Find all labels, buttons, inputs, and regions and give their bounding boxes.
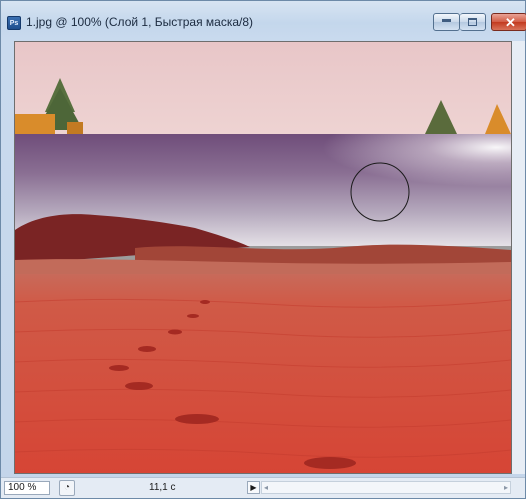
status-info-arrow-icon[interactable]: ▶ bbox=[247, 481, 260, 494]
maximize-button[interactable] bbox=[460, 13, 486, 31]
minimize-button[interactable] bbox=[433, 13, 460, 31]
photo-canvas[interactable] bbox=[15, 42, 511, 473]
maximize-icon bbox=[468, 18, 477, 26]
image-canvas[interactable] bbox=[14, 41, 512, 474]
horizontal-scrollbar[interactable]: ◂ ▸ bbox=[261, 481, 511, 494]
scroll-right-icon[interactable]: ▸ bbox=[504, 482, 508, 493]
close-icon: ✕ bbox=[505, 15, 516, 30]
photoshop-icon: Ps bbox=[7, 16, 21, 30]
zoom-input[interactable]: 100 % bbox=[4, 481, 50, 495]
title-bar[interactable]: Ps 1.jpg @ 100% (Слой 1, Быстрая маска/8… bbox=[1, 1, 526, 41]
document-window: Ps 1.jpg @ 100% (Слой 1, Быстрая маска/8… bbox=[0, 0, 526, 499]
window-title: 1.jpg @ 100% (Слой 1, Быстрая маска/8) bbox=[26, 15, 254, 29]
document-info: 11,1 c bbox=[149, 482, 176, 493]
status-menu-button[interactable]: ◔ bbox=[59, 480, 75, 496]
status-bar: 100 % ◔ 11,1 c ▶ ◂ ▸ bbox=[1, 477, 525, 498]
close-button[interactable]: ✕ bbox=[491, 13, 526, 31]
minimize-icon bbox=[442, 19, 451, 22]
vertical-scroll-area[interactable] bbox=[512, 41, 525, 474]
scroll-left-icon[interactable]: ◂ bbox=[264, 482, 268, 493]
